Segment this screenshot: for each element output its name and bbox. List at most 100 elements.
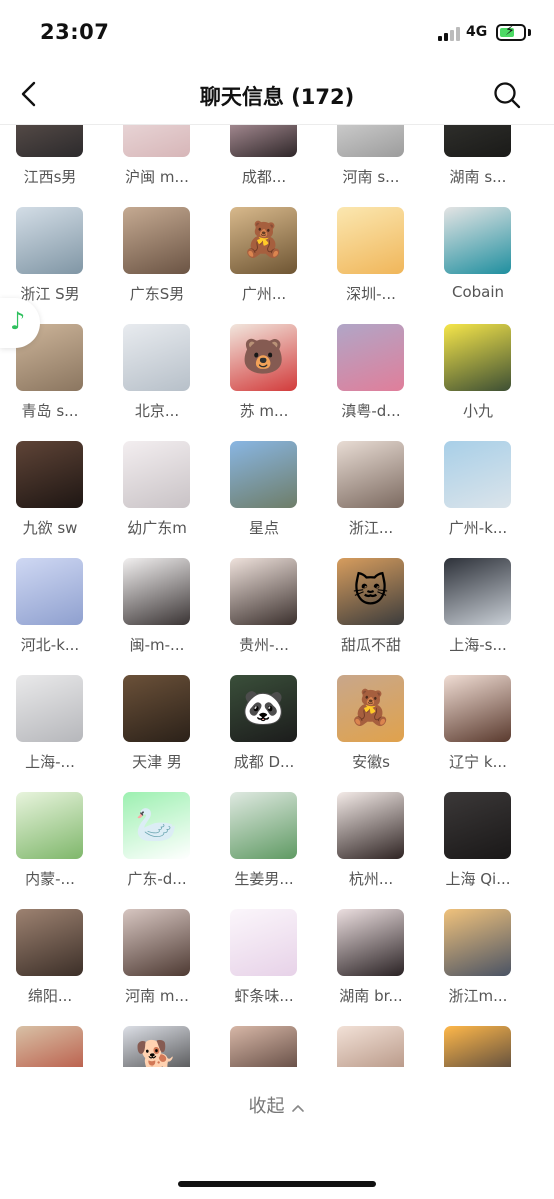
battery-cap	[528, 29, 531, 36]
member-name: 内蒙-...	[25, 870, 75, 888]
search-button[interactable]	[490, 78, 524, 112]
member-item[interactable]: 辽宁 k...	[428, 675, 528, 785]
member-item[interactable]: 江西s男	[0, 125, 100, 200]
member-item[interactable]: 生姜男...	[214, 792, 314, 902]
member-name: 广东S男	[129, 285, 185, 303]
member-item[interactable]: 🦢 广东-d...	[107, 792, 207, 902]
member-item[interactable]: 🐱 甜瓜不甜	[321, 558, 421, 668]
member-avatar	[337, 441, 404, 508]
member-item[interactable]	[321, 1026, 421, 1067]
member-item[interactable]: 🐻 苏 m...	[214, 324, 314, 434]
page-title: 聊天信息 (172)	[199, 85, 355, 109]
member-avatar: 🧸	[337, 675, 404, 742]
member-name: 幼广东m	[127, 519, 187, 537]
member-name: 河北-k...	[20, 636, 80, 654]
member-item[interactable]: 小九	[428, 324, 528, 434]
member-item[interactable]: 🧸 广州...	[214, 207, 314, 317]
member-item[interactable]	[214, 1026, 314, 1067]
member-name: 湖南 s...	[449, 168, 507, 186]
member-item[interactable]: 北京...	[107, 324, 207, 434]
member-avatar	[444, 1026, 511, 1067]
member-item[interactable]: 浙江m...	[428, 909, 528, 1019]
member-avatar	[16, 1026, 83, 1067]
member-item[interactable]: 闽-m-...	[107, 558, 207, 668]
member-avatar	[230, 792, 297, 859]
member-avatar	[444, 207, 511, 274]
member-grid[interactable]: 江西s男 沪闽 m... 成都... 河南 s... 湖南 s... 浙江 S男 广东S男 🧸…	[0, 125, 554, 1067]
member-item[interactable]: 湖南 br...	[321, 909, 421, 1019]
member-avatar: 🐕	[123, 1026, 190, 1067]
member-name: 广东-d...	[127, 870, 187, 888]
member-item[interactable]: 浙江...	[321, 441, 421, 551]
member-avatar	[230, 125, 297, 157]
member-item[interactable]: 河南 m...	[107, 909, 207, 1019]
member-avatar	[16, 207, 83, 274]
member-name: 滇粤-d...	[341, 402, 401, 420]
member-avatar	[123, 441, 190, 508]
member-avatar	[16, 792, 83, 859]
member-item[interactable]: 广州-k...	[428, 441, 528, 551]
home-indicator	[178, 1181, 376, 1187]
member-avatar	[16, 441, 83, 508]
member-name: 天津 男	[132, 753, 182, 771]
member-name: 小九	[462, 402, 493, 420]
member-item[interactable]: 贵州-...	[214, 558, 314, 668]
member-item[interactable]	[0, 1026, 100, 1067]
music-note-icon: ♪	[10, 307, 26, 335]
member-item[interactable]: 广东S男	[107, 207, 207, 317]
member-item[interactable]: 杭州...	[321, 792, 421, 902]
member-name: 安徽s	[352, 753, 390, 771]
member-item[interactable]: Cobain	[428, 207, 528, 317]
member-name: 青岛 s...	[21, 402, 79, 420]
member-avatar	[16, 558, 83, 625]
member-item[interactable]: 🐕	[107, 1026, 207, 1067]
member-name: 浙江m...	[448, 987, 508, 1005]
member-avatar	[16, 125, 83, 157]
member-name: 江西s男	[23, 168, 77, 186]
member-avatar	[16, 675, 83, 742]
status-time: 23:07	[40, 20, 110, 44]
member-item[interactable]: 上海 Qi...	[428, 792, 528, 902]
member-avatar	[337, 1026, 404, 1067]
member-avatar: 🐱	[337, 558, 404, 625]
member-item[interactable]: 成都...	[214, 125, 314, 200]
member-item[interactable]: 🐼 成都 D...	[214, 675, 314, 785]
collapse-label: 收起	[248, 1096, 285, 1117]
member-avatar: 🦢	[123, 792, 190, 859]
search-icon	[494, 82, 521, 109]
member-item[interactable]: 幼广东m	[107, 441, 207, 551]
member-name: 闽-m-...	[129, 636, 185, 654]
member-item[interactable]: 河南 s...	[321, 125, 421, 200]
member-item[interactable]: 河北-k...	[0, 558, 100, 668]
signal-icon	[438, 27, 460, 41]
member-avatar	[444, 125, 511, 157]
member-avatar	[337, 324, 404, 391]
member-avatar	[123, 558, 190, 625]
member-item[interactable]: 滇粤-d...	[321, 324, 421, 434]
member-avatar	[337, 792, 404, 859]
member-name: 成都...	[241, 168, 287, 186]
member-item[interactable]: 深圳-...	[321, 207, 421, 317]
member-item[interactable]: 上海-s...	[428, 558, 528, 668]
member-name: 九欲 sw	[22, 519, 78, 537]
member-item[interactable]	[428, 1026, 528, 1067]
member-item[interactable]: 星点	[214, 441, 314, 551]
member-name: 北京...	[134, 402, 180, 420]
member-item[interactable]: 绵阳...	[0, 909, 100, 1019]
member-item[interactable]: 🧸 安徽s	[321, 675, 421, 785]
collapse-button[interactable]: 收起	[0, 1092, 554, 1128]
member-item[interactable]: 九欲 sw	[0, 441, 100, 551]
member-name: 湖南 br...	[339, 987, 403, 1005]
member-avatar	[123, 207, 190, 274]
member-item[interactable]: 沪闽 m...	[107, 125, 207, 200]
member-avatar: 🐼	[230, 675, 297, 742]
member-name: 绵阳...	[27, 987, 73, 1005]
member-item[interactable]: 湖南 s...	[428, 125, 528, 200]
member-avatar	[337, 909, 404, 976]
member-name: 上海-...	[25, 753, 75, 771]
member-item[interactable]: 内蒙-...	[0, 792, 100, 902]
member-item[interactable]: 虾条味...	[214, 909, 314, 1019]
member-name: 浙江...	[348, 519, 394, 537]
member-item[interactable]: 天津 男	[107, 675, 207, 785]
member-item[interactable]: 上海-...	[0, 675, 100, 785]
